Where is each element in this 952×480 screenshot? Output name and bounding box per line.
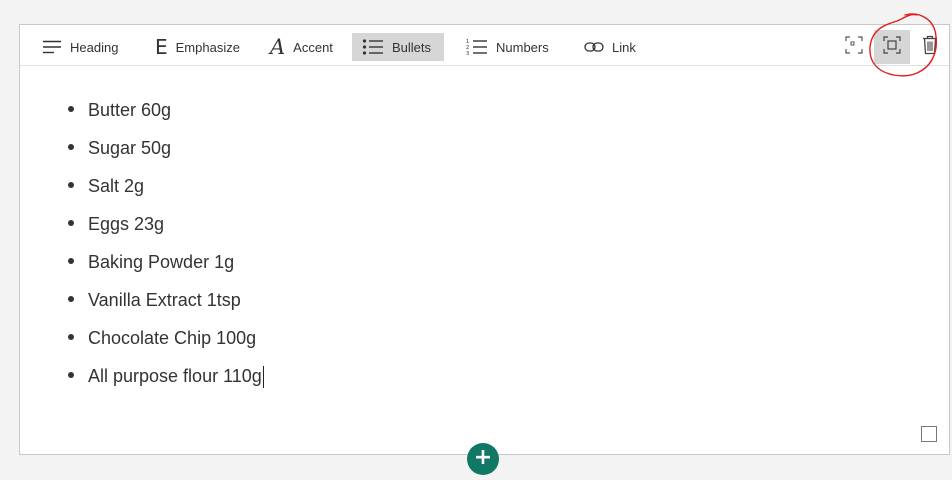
link-icon <box>584 41 604 53</box>
accent-button[interactable]: A Accent <box>260 33 343 61</box>
text-cursor <box>262 366 264 389</box>
bullet-dot <box>68 106 74 112</box>
numbered-list-icon: 1 2 3 <box>466 38 488 56</box>
list-item: Vanilla Extract 1tsp <box>66 281 919 319</box>
bullet-dot <box>68 296 74 302</box>
bullets-label: Bullets <box>392 39 432 55</box>
emphasize-button[interactable]: E Emphasize <box>145 33 250 61</box>
bullets-icon <box>362 39 384 55</box>
link-button[interactable]: Link <box>574 33 646 61</box>
list-item: Butter 60g <box>66 91 919 129</box>
list-item: Sugar 50g <box>66 129 919 167</box>
bullet-list: Butter 60g Sugar 50g Salt 2g Eggs 23g Ba… <box>66 91 919 395</box>
list-item-text: Baking Powder 1g <box>88 252 235 272</box>
list-item: Salt 2g <box>66 167 919 205</box>
list-item-text: All purpose flour 110g <box>88 366 262 386</box>
bullet-dot <box>68 144 74 150</box>
list-item-text: Eggs 23g <box>88 214 165 234</box>
accent-label: Accent <box>293 39 333 55</box>
formatting-toolbar: Heading E Emphasize A Accent Bullets 1 2… <box>20 13 949 77</box>
list-item-text: Chocolate Chip 100g <box>88 328 257 348</box>
numbers-button[interactable]: 1 2 3 Numbers <box>456 33 559 61</box>
list-item: Chocolate Chip 100g <box>66 319 919 357</box>
heading-button[interactable]: Heading <box>32 33 128 61</box>
emphasize-label: Emphasize <box>175 39 240 55</box>
bullet-dot <box>68 372 74 378</box>
text-editor-card: Heading E Emphasize A Accent Bullets 1 2… <box>19 13 950 455</box>
heading-icon <box>42 40 62 54</box>
expand-button[interactable] <box>838 30 870 64</box>
list-item-text: Butter 60g <box>88 100 172 120</box>
focus-mode-button[interactable] <box>874 30 910 64</box>
delete-button[interactable] <box>918 30 942 64</box>
add-section-button[interactable]: + <box>467 443 499 475</box>
list-item-text: Salt 2g <box>88 176 145 196</box>
focus-mode-icon <box>882 35 902 60</box>
trash-icon <box>922 35 938 60</box>
list-item: Baking Powder 1g <box>66 243 919 281</box>
link-label: Link <box>612 39 636 55</box>
list-item: Eggs 23g <box>66 205 919 243</box>
svg-text:3: 3 <box>466 51 469 56</box>
editor-content[interactable]: Butter 60g Sugar 50g Salt 2g Eggs 23g Ba… <box>66 91 919 395</box>
emphasize-icon: E <box>155 35 168 59</box>
heading-label: Heading <box>70 39 119 55</box>
list-item-text: Vanilla Extract 1tsp <box>88 290 241 310</box>
bullet-dot <box>68 258 74 264</box>
bullet-dot <box>68 220 74 226</box>
numbers-label: Numbers <box>496 39 549 55</box>
bullet-dot <box>68 182 74 188</box>
plus-icon: + <box>473 445 493 470</box>
bullets-button[interactable]: Bullets <box>352 33 444 61</box>
bullet-dot <box>68 334 74 340</box>
expand-icon <box>844 35 864 60</box>
select-checkbox[interactable] <box>921 426 937 442</box>
accent-icon: A <box>270 35 286 59</box>
list-item-text: Sugar 50g <box>88 138 172 158</box>
list-item: All purpose flour 110g <box>66 357 919 395</box>
